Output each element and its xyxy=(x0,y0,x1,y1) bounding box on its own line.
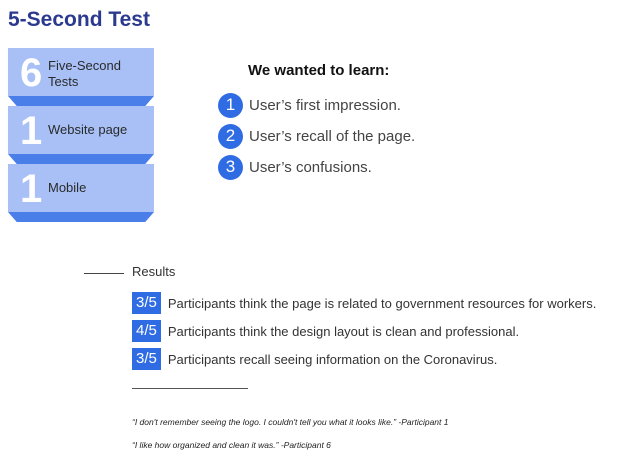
page-title: 5-Second Test xyxy=(8,8,150,31)
card-face: 1 Mobile xyxy=(8,164,154,212)
result-badge: 3/5 xyxy=(132,348,161,370)
card-label: Mobile xyxy=(48,180,87,195)
result-text: Participants recall seeing information o… xyxy=(167,351,498,367)
number-circle: 3 xyxy=(218,154,243,180)
result-item: 3/5 Participants think the page is relat… xyxy=(132,292,596,314)
result-text: Participants think the page is related t… xyxy=(167,295,597,311)
results-label: Results xyxy=(132,264,176,279)
result-item: 4/5 Participants think the design layout… xyxy=(132,320,519,342)
card-label: Website page xyxy=(48,122,128,137)
card-fold xyxy=(8,212,154,222)
stat-card-mobile: 1 Mobile xyxy=(8,164,154,222)
stat-card-website: 1 Website page xyxy=(8,106,154,164)
number-circle: 1 xyxy=(218,92,243,118)
participant-quote: “I don't remember seeing the logo. I cou… xyxy=(132,417,449,427)
card-face: 1 Website page xyxy=(8,106,154,154)
result-badge: 4/5 xyxy=(132,320,161,342)
result-item: 3/5 Participants recall seeing informati… xyxy=(132,348,497,370)
result-badge: 3/5 xyxy=(132,292,161,314)
card-face: 6 Five-Second Tests xyxy=(8,48,154,96)
card-fold xyxy=(8,96,154,106)
learn-text: User’s recall of the page. xyxy=(249,127,416,145)
divider xyxy=(132,388,248,389)
result-text: Participants think the design layout is … xyxy=(167,323,520,339)
results-rule xyxy=(84,273,124,274)
stat-card-tests: 6 Five-Second Tests xyxy=(8,48,154,106)
learn-item: 2 User’s recall of the page. xyxy=(218,123,415,149)
card-label: Five-Second Tests xyxy=(48,58,121,89)
learn-text: User’s first impression. xyxy=(249,96,401,114)
learn-text: User’s confusions. xyxy=(249,158,372,176)
card-number: 6 xyxy=(20,51,43,95)
learn-item: 3 User’s confusions. xyxy=(218,154,372,180)
learn-heading: We wanted to learn: xyxy=(248,62,390,79)
number-circle: 2 xyxy=(218,123,243,149)
learn-item: 1 User’s first impression. xyxy=(218,92,401,118)
card-number: 1 xyxy=(20,167,43,211)
card-fold xyxy=(8,154,154,164)
card-number: 1 xyxy=(20,109,43,153)
participant-quote: “I like how organized and clean it was.”… xyxy=(132,440,331,450)
